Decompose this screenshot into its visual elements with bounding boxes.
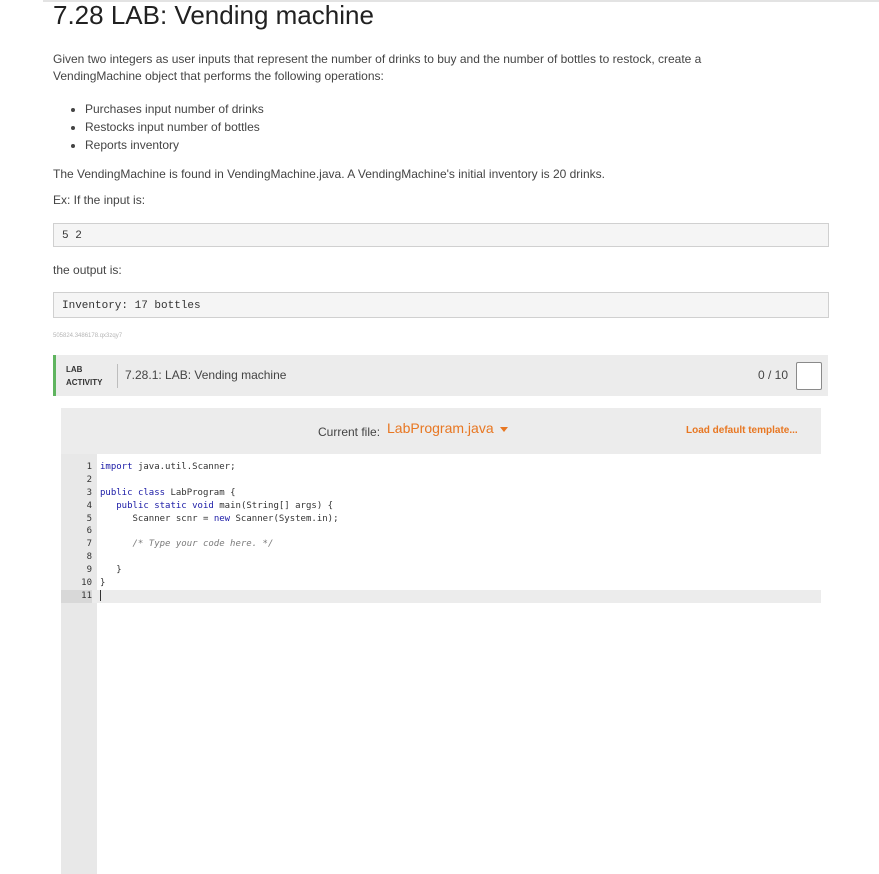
current-file-label: Current file: <box>318 425 381 439</box>
load-default-template-button[interactable]: Load default template... <box>686 425 798 436</box>
code-line: 5 Scanner scnr = new Scanner(System.in); <box>61 513 821 526</box>
intro-paragraph: Given two integers as user inputs that r… <box>53 52 702 83</box>
output-label: the output is: <box>53 263 122 277</box>
lab-score: 0 / 10 <box>758 368 789 382</box>
line-code: Scanner scnr = new Scanner(System.in); <box>132 513 339 524</box>
line-code: } <box>116 565 122 576</box>
code-line: 8 <box>61 551 821 564</box>
line-code: } <box>100 578 106 589</box>
current-file-name: LabProgram.java <box>387 420 494 436</box>
line-code: public class LabProgram { <box>100 487 236 498</box>
caret-down-icon <box>499 426 508 432</box>
example-label: Ex: If the input is: <box>53 193 146 207</box>
code-line: 10} <box>61 577 821 590</box>
line-code: /* Type your code here. */ <box>132 539 274 550</box>
example-output-box: Inventory: 17 bottles <box>53 292 829 318</box>
line-number: 5 <box>86 513 92 524</box>
code-editor[interactable]: 1 import java.util.Scanner; 2 3 public class… <box>61 454 821 874</box>
line-number: 3 <box>86 487 92 498</box>
line-code: public static void main(String[] args) { <box>116 500 334 511</box>
id-tag: 505824.3486178.qx3zqy7 <box>53 333 123 339</box>
code-line: 6 <box>61 525 821 538</box>
code-line: 9 } <box>61 564 821 577</box>
code-line: 1 import java.util.Scanner; <box>61 461 821 474</box>
list-item: Restocks input number of bottles <box>85 118 264 136</box>
code-line: 4 public static void main(String[] args)… <box>61 500 821 513</box>
text-cursor <box>100 589 101 601</box>
line-number: 1 <box>86 462 92 472</box>
completion-checkbox[interactable] <box>796 362 822 390</box>
code-line: 11 <box>61 589 821 603</box>
line-number: 10 <box>81 578 92 589</box>
line-number: 4 <box>86 500 92 511</box>
lab-label-line1: LAB <box>66 365 83 374</box>
lab-activity-header: LAB ACTIVITY 7.28.1: LAB: Vending machin… <box>53 355 828 396</box>
line-code <box>100 589 101 603</box>
list-item: Reports inventory <box>85 136 264 154</box>
code-editor-panel: Current file: LabProgram.java Load defau… <box>61 408 821 874</box>
code-line: 2 <box>61 474 821 487</box>
file-toolbar: Current file: LabProgram.java Load defau… <box>61 408 821 454</box>
code-line: 3 public class LabProgram { <box>61 487 821 500</box>
lab-separator <box>117 364 118 388</box>
code-lines: 1 import java.util.Scanner; 2 3 public class… <box>61 461 821 603</box>
line-number: 2 <box>86 474 92 485</box>
line-number: 8 <box>86 552 92 563</box>
page-title: 7.28 LAB: Vending machine <box>53 0 374 30</box>
line-code: import java.util.Scanner; <box>100 462 236 472</box>
found-in-paragraph: The VendingMachine is found in VendingMa… <box>53 167 605 181</box>
lab-activity-label: LAB ACTIVITY <box>66 363 102 389</box>
lab-label-line2: ACTIVITY <box>66 378 103 387</box>
code-line: 7 /* Type your code here. */ <box>61 538 821 551</box>
list-item: Purchases input number of drinks <box>85 100 264 118</box>
line-number: 11 <box>61 589 92 603</box>
line-number: 7 <box>86 539 92 550</box>
lab-title: 7.28.1: LAB: Vending machine <box>125 368 287 382</box>
operations-list: Purchases input number of drinks Restock… <box>53 100 264 154</box>
example-input-box: 5 2 <box>53 223 829 247</box>
lab-accent-bar <box>53 355 56 396</box>
line-number: 9 <box>86 565 92 576</box>
line-number: 6 <box>86 526 92 537</box>
current-file-dropdown[interactable]: LabProgram.java <box>387 420 508 436</box>
